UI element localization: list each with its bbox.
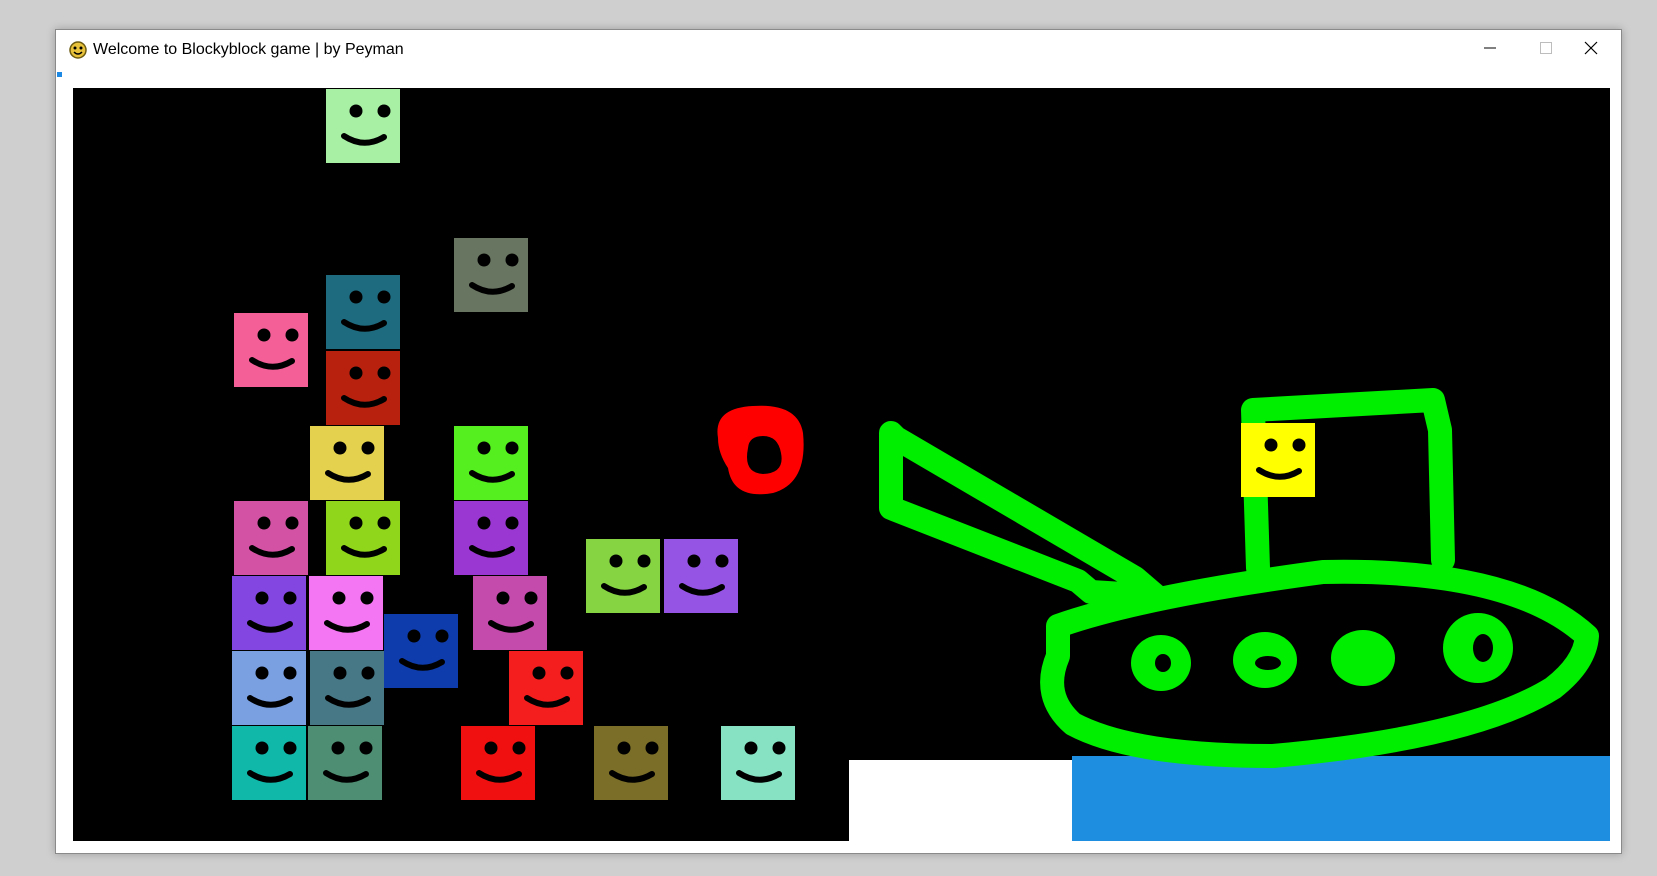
smiley-block[interactable] [721, 726, 795, 800]
smiley-block[interactable] [326, 351, 400, 425]
game-canvas[interactable] [73, 88, 1610, 841]
eye [283, 666, 297, 680]
eye [333, 441, 347, 455]
eye [283, 591, 297, 605]
eye [407, 629, 421, 643]
smiley-block[interactable] [664, 539, 738, 613]
eye [283, 741, 297, 755]
eye [349, 516, 363, 530]
eye [505, 441, 519, 455]
smiley-block[interactable] [309, 576, 383, 650]
close-icon [1584, 41, 1598, 60]
smiley-block[interactable] [384, 614, 458, 688]
eye [332, 591, 346, 605]
eye [744, 741, 758, 755]
smiley-block[interactable] [234, 501, 308, 575]
maximize-icon [1540, 41, 1552, 59]
minimize-icon [1484, 41, 1496, 59]
title-bar[interactable]: Welcome to Blockyblock game | by Peyman [56, 30, 1621, 70]
smiley-block[interactable] [454, 238, 528, 312]
smiley-block[interactable] [232, 576, 306, 650]
eye [532, 666, 546, 680]
eye [377, 104, 391, 118]
eye [637, 554, 651, 568]
eye [505, 516, 519, 530]
eye [505, 253, 519, 267]
eye [477, 516, 491, 530]
eye [715, 554, 729, 568]
eye [377, 290, 391, 304]
eye [333, 666, 347, 680]
smiley-block[interactable] [454, 501, 528, 575]
eye [645, 741, 659, 755]
smiley-block[interactable] [1241, 423, 1315, 497]
smiley-block[interactable] [594, 726, 668, 800]
smiley-block[interactable] [509, 651, 583, 725]
eye [477, 253, 491, 267]
eye [377, 516, 391, 530]
smiley-block[interactable] [232, 651, 306, 725]
eye [484, 741, 498, 755]
eye [255, 591, 269, 605]
eye [1292, 438, 1306, 452]
eye [331, 741, 345, 755]
window-title: Welcome to Blockyblock game | by Peyman [93, 41, 404, 58]
eye [496, 591, 510, 605]
eye [377, 366, 391, 380]
eye [255, 741, 269, 755]
eye [361, 666, 375, 680]
smiley-block[interactable] [326, 89, 400, 163]
eye [772, 741, 786, 755]
smiley-block[interactable] [232, 726, 306, 800]
eye [687, 554, 701, 568]
smiley-block[interactable] [454, 426, 528, 500]
eye [361, 441, 375, 455]
smiley-block[interactable] [310, 426, 384, 500]
eye [512, 741, 526, 755]
eye [435, 629, 449, 643]
smiley-block[interactable] [310, 651, 384, 725]
status-indicator [57, 72, 62, 77]
eye [360, 591, 374, 605]
eye [285, 328, 299, 342]
smiley-block[interactable] [308, 726, 382, 800]
close-button[interactable] [1561, 30, 1621, 70]
eye [285, 516, 299, 530]
eye [359, 741, 373, 755]
smiley-block[interactable] [473, 576, 547, 650]
smiley-block[interactable] [326, 501, 400, 575]
game-window: Welcome to Blockyblock game | by Peyman [55, 29, 1622, 854]
smiley-block[interactable] [586, 539, 660, 613]
python-snake-icon [68, 40, 88, 60]
minimize-button[interactable] [1460, 30, 1520, 70]
eye [255, 666, 269, 680]
eye [1264, 438, 1278, 452]
eye [609, 554, 623, 568]
eye [257, 516, 271, 530]
smiley-block[interactable] [234, 313, 308, 387]
eye [560, 666, 574, 680]
eye [257, 328, 271, 342]
eye [477, 441, 491, 455]
eye [349, 366, 363, 380]
smiley-block[interactable] [461, 726, 535, 800]
eye [524, 591, 538, 605]
smiley-block[interactable] [326, 275, 400, 349]
eye [349, 290, 363, 304]
eye [617, 741, 631, 755]
eye [349, 104, 363, 118]
blocks-layer [232, 89, 1315, 800]
